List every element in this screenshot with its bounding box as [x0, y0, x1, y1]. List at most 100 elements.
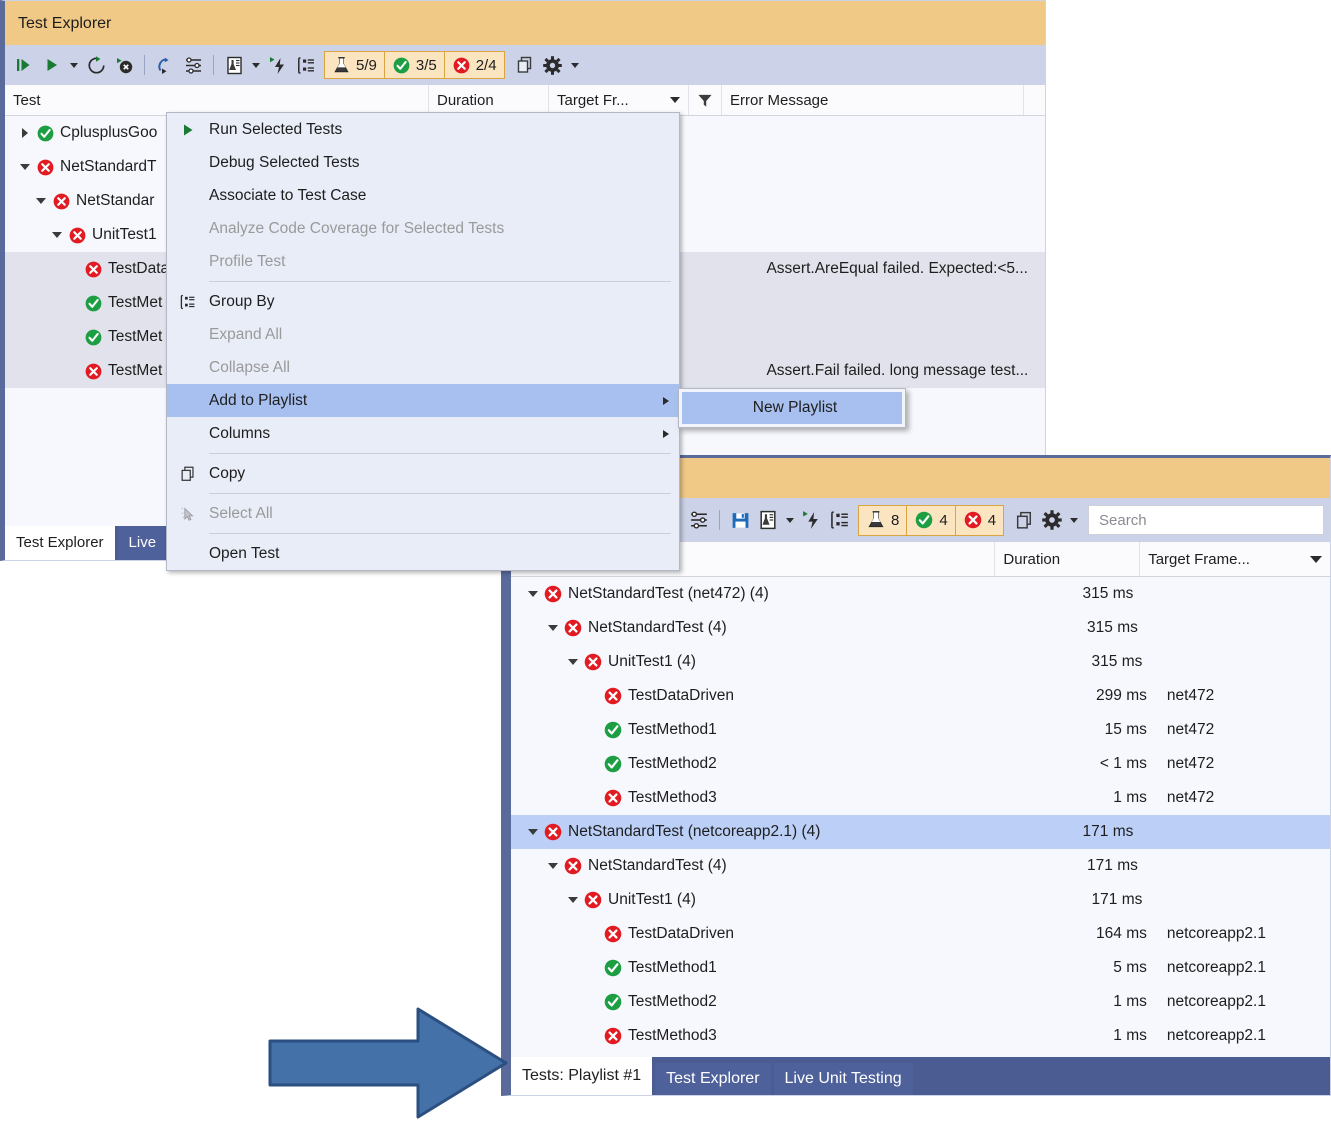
expander-icon[interactable] [565, 892, 581, 908]
chevron-down-icon[interactable] [670, 97, 680, 103]
test-duration: 315 ms [1091, 653, 1143, 670]
failed-icon [964, 511, 981, 529]
menu-add-to-playlist[interactable]: Add to Playlist [167, 384, 679, 417]
passed-tests-counter[interactable]: 3/5 [383, 51, 445, 79]
submenu-new-playlist[interactable]: New Playlist [682, 392, 902, 424]
menu-separator [209, 453, 671, 454]
copy-button[interactable] [1011, 506, 1037, 534]
table-row[interactable]: TestDataDriven 299 ms net472 [511, 679, 1330, 713]
expander-placeholder [65, 295, 81, 311]
failed-icon [583, 652, 603, 672]
menu-run-selected-tests[interactable]: Run Selected Tests [167, 113, 679, 146]
menu-open-test[interactable]: Open Test [167, 537, 679, 570]
table-row[interactable]: NetStandardTest (net472) (4) 315 ms [511, 577, 1330, 611]
table-row[interactable]: TestMethod2 1 ms netcoreapp2.1 [511, 985, 1330, 1019]
settings-dropdown-button[interactable] [568, 51, 582, 79]
column-header-target-framework[interactable]: Target Frame... [1140, 542, 1330, 576]
table-row[interactable]: UnitTest1 (4) 315 ms [511, 645, 1330, 679]
repeat-last-run-button[interactable] [83, 51, 109, 79]
save-playlist-button[interactable] [727, 506, 753, 534]
expander-icon[interactable] [565, 654, 581, 670]
settings-button[interactable] [1039, 506, 1065, 534]
test-duration: 171 ms [1082, 823, 1134, 840]
auto-run-icon-button[interactable] [152, 51, 178, 79]
failed-tests-counter[interactable]: 4 [954, 504, 1005, 536]
table-row[interactable]: TestMethod2 < 1 ms net472 [511, 747, 1330, 781]
table-row[interactable]: TestMethod3 1 ms net472 [511, 781, 1330, 815]
failed-icon [603, 924, 623, 944]
expander-icon[interactable] [525, 824, 541, 840]
menu-associate-to-test-case[interactable]: Associate to Test Case [167, 179, 679, 212]
table-row[interactable]: TestMethod1 5 ms netcoreapp2.1 [511, 951, 1330, 985]
analyze-impact-button[interactable] [265, 51, 291, 79]
run-settings-button[interactable] [686, 506, 712, 534]
expander-icon[interactable] [33, 193, 49, 209]
test-target-framework: netcoreapp2.1 [1166, 993, 1266, 1010]
table-row[interactable]: NetStandardTest (4) 171 ms [511, 849, 1330, 883]
expander-icon[interactable] [17, 159, 33, 175]
tab-tests-playlist-1[interactable]: Tests: Playlist #1 [511, 1057, 653, 1095]
copy-button[interactable] [512, 51, 538, 79]
failed-icon [563, 856, 583, 876]
total-tests-counter[interactable]: 5/9 [324, 51, 385, 79]
table-row[interactable]: TestMethod3 1 ms netcoreapp2.1 [511, 1019, 1330, 1053]
expander-icon[interactable] [49, 227, 65, 243]
cancel-run-button[interactable] [111, 51, 137, 79]
group-by-button[interactable] [827, 506, 853, 534]
test-settings-dropdown-button[interactable] [783, 506, 797, 534]
test-settings-button[interactable] [221, 51, 247, 79]
column-header-duration[interactable]: Duration [995, 542, 1141, 576]
menu-separator [209, 281, 671, 282]
tab-test-explorer[interactable]: Test Explorer [655, 1063, 771, 1095]
settings-button[interactable] [540, 51, 566, 79]
menu-columns[interactable]: Columns [167, 417, 679, 450]
passed-icon [603, 720, 623, 740]
expander-icon[interactable] [17, 125, 33, 141]
column-header-target-framework[interactable]: Target Fr... [549, 85, 689, 115]
table-row[interactable]: NetStandardTest (4) 315 ms [511, 611, 1330, 645]
menu-debug-selected-tests[interactable]: Debug Selected Tests [167, 146, 679, 179]
failed-icon [67, 225, 87, 245]
tab-live-unit-testing[interactable]: Live [117, 526, 168, 560]
table-row[interactable]: NetStandardTest (netcoreapp2.1) (4) 171 … [511, 815, 1330, 849]
settings-dropdown-button[interactable] [1067, 506, 1081, 534]
tab-live-unit-testing[interactable]: Live Unit Testing [773, 1063, 913, 1095]
total-tests-counter[interactable]: 8 [858, 504, 908, 536]
tab-test-explorer[interactable]: Test Explorer [5, 526, 115, 560]
failed-icon [583, 890, 603, 910]
copy-icon [167, 465, 209, 483]
passed-tests-counter[interactable]: 4 [906, 504, 956, 536]
menu-profile-test: Profile Test [209, 252, 286, 270]
passed-icon [35, 123, 55, 143]
run-dropdown-button[interactable] [67, 51, 81, 79]
column-header-test[interactable]: Test [5, 85, 429, 115]
test-name: TestMethod3 [628, 1027, 717, 1044]
menu-copy[interactable]: Copy [167, 457, 679, 490]
expander-icon[interactable] [545, 620, 561, 636]
test-settings-dropdown-button[interactable] [249, 51, 263, 79]
menu-group-by[interactable]: Group By [167, 285, 679, 318]
expander-icon[interactable] [525, 586, 541, 602]
run-button[interactable] [39, 51, 65, 79]
search-placeholder: Search [1099, 511, 1147, 529]
expander-icon[interactable] [545, 858, 561, 874]
column-header-duration[interactable]: Duration [429, 85, 549, 115]
run-settings-button[interactable] [180, 51, 206, 79]
failed-icon [83, 361, 103, 381]
menu-collapse-all: Collapse All [209, 358, 290, 376]
group-by-button[interactable] [293, 51, 319, 79]
run-all-tests-button[interactable] [11, 51, 37, 79]
chevron-down-icon[interactable] [1310, 555, 1322, 563]
column-header-error-message[interactable]: Error Message [722, 85, 1024, 115]
analyze-impact-button[interactable] [799, 506, 825, 534]
test-settings-button[interactable] [755, 506, 781, 534]
test-target-framework: net472 [1166, 755, 1215, 772]
search-input[interactable]: Search [1088, 505, 1324, 535]
table-row[interactable]: TestDataDriven 164 ms netcoreapp2.1 [511, 917, 1330, 951]
failed-tests-counter[interactable]: 2/4 [443, 51, 505, 79]
passed-icon [603, 992, 623, 1012]
table-row[interactable]: UnitTest1 (4) 171 ms [511, 883, 1330, 917]
table-row[interactable]: TestMethod1 15 ms net472 [511, 713, 1330, 747]
filter-button[interactable] [689, 85, 722, 115]
passed-icon [393, 57, 410, 73]
